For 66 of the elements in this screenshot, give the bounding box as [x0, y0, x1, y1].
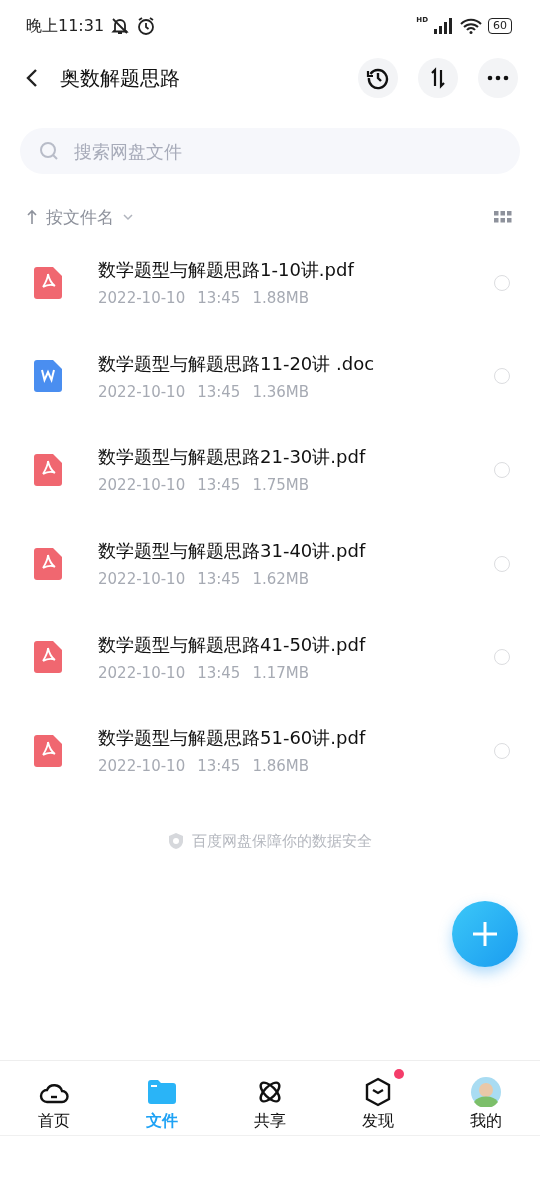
file-date: 2022-10-10 — [98, 476, 186, 495]
history-icon — [366, 66, 390, 90]
file-name: 数学题型与解题思路41-50讲.pdf — [98, 632, 367, 657]
grid-view-icon[interactable] — [494, 211, 512, 223]
file-time: 13:45 — [197, 476, 241, 495]
plus-icon — [471, 919, 499, 948]
folder-title: 奥数解题思路 — [60, 64, 181, 92]
file-time: 13:45 — [197, 757, 241, 776]
nav-tab[interactable]: 首页 — [0, 1061, 108, 1135]
file-name: 数学题型与解题思路11-20讲 .doc — [98, 351, 376, 376]
file-size: 1.17MB — [252, 663, 310, 682]
file-name: 数学题型与解题思路21-30讲.pdf — [98, 445, 367, 470]
shield-icon — [168, 832, 184, 851]
battery-indicator: 60 — [488, 18, 512, 34]
file-time: 13:45 — [197, 382, 241, 401]
pdf-file-icon — [34, 266, 62, 299]
clock-time: 晚上11:31 — [26, 15, 105, 37]
more-button[interactable] — [478, 58, 518, 98]
select-radio[interactable] — [494, 555, 510, 572]
select-radio[interactable] — [494, 742, 510, 759]
cube-icon — [364, 1077, 392, 1107]
select-radio[interactable] — [494, 462, 510, 478]
select-radio[interactable] — [494, 649, 510, 666]
more-icon — [487, 75, 509, 81]
caret-icon — [122, 213, 134, 221]
select-radio[interactable] — [494, 368, 510, 385]
file-name: 数学题型与解题思路31-40讲.pdf — [98, 539, 367, 564]
alarm-icon — [136, 16, 157, 36]
file-name: 数学题型与解题思路1-10讲.pdf — [98, 258, 356, 283]
file-size: 1.62MB — [252, 570, 310, 589]
avatar-icon — [471, 1077, 501, 1107]
file-time: 13:45 — [197, 663, 241, 682]
file-size: 1.88MB — [252, 289, 310, 308]
security-note: 百度网盘保障你的数据安全 — [192, 831, 372, 851]
word-file-icon — [34, 360, 62, 393]
pdf-file-icon — [34, 641, 62, 674]
file-time: 13:45 — [197, 570, 241, 589]
file-name: 数学题型与解题思路51-60讲.pdf — [98, 726, 367, 751]
nav-tab[interactable]: 发现 — [324, 1061, 432, 1135]
pdf-file-icon — [34, 547, 62, 580]
signal-icon — [434, 18, 454, 34]
folder-icon — [148, 1080, 176, 1104]
file-date: 2022-10-10 — [98, 663, 186, 682]
search-icon — [38, 140, 60, 162]
nav-tab[interactable]: 我的 — [432, 1061, 540, 1135]
sort-button[interactable] — [418, 58, 458, 98]
wifi-icon — [460, 18, 482, 34]
search-bar[interactable]: 搜索网盘文件 — [20, 128, 520, 174]
pdf-file-icon — [34, 454, 62, 486]
bell-muted-icon — [110, 16, 131, 36]
file-size: 1.75MB — [252, 476, 310, 495]
file-date: 2022-10-10 — [98, 382, 186, 401]
pdf-file-icon — [34, 734, 62, 767]
nav-tab[interactable]: 共享 — [216, 1061, 324, 1135]
select-radio[interactable] — [494, 274, 510, 291]
arrow-up-icon — [26, 209, 38, 225]
file-date: 2022-10-10 — [98, 289, 186, 308]
add-button[interactable] — [452, 900, 518, 967]
file-date: 2022-10-10 — [98, 757, 186, 776]
history-button[interactable] — [358, 58, 398, 98]
file-size: 1.36MB — [252, 382, 310, 401]
orbit-icon — [256, 1078, 284, 1106]
file-time: 13:45 — [197, 289, 241, 308]
file-date: 2022-10-10 — [98, 570, 186, 589]
search-field[interactable]: 搜索网盘文件 — [72, 139, 502, 163]
file-size: 1.86MB — [252, 757, 310, 776]
